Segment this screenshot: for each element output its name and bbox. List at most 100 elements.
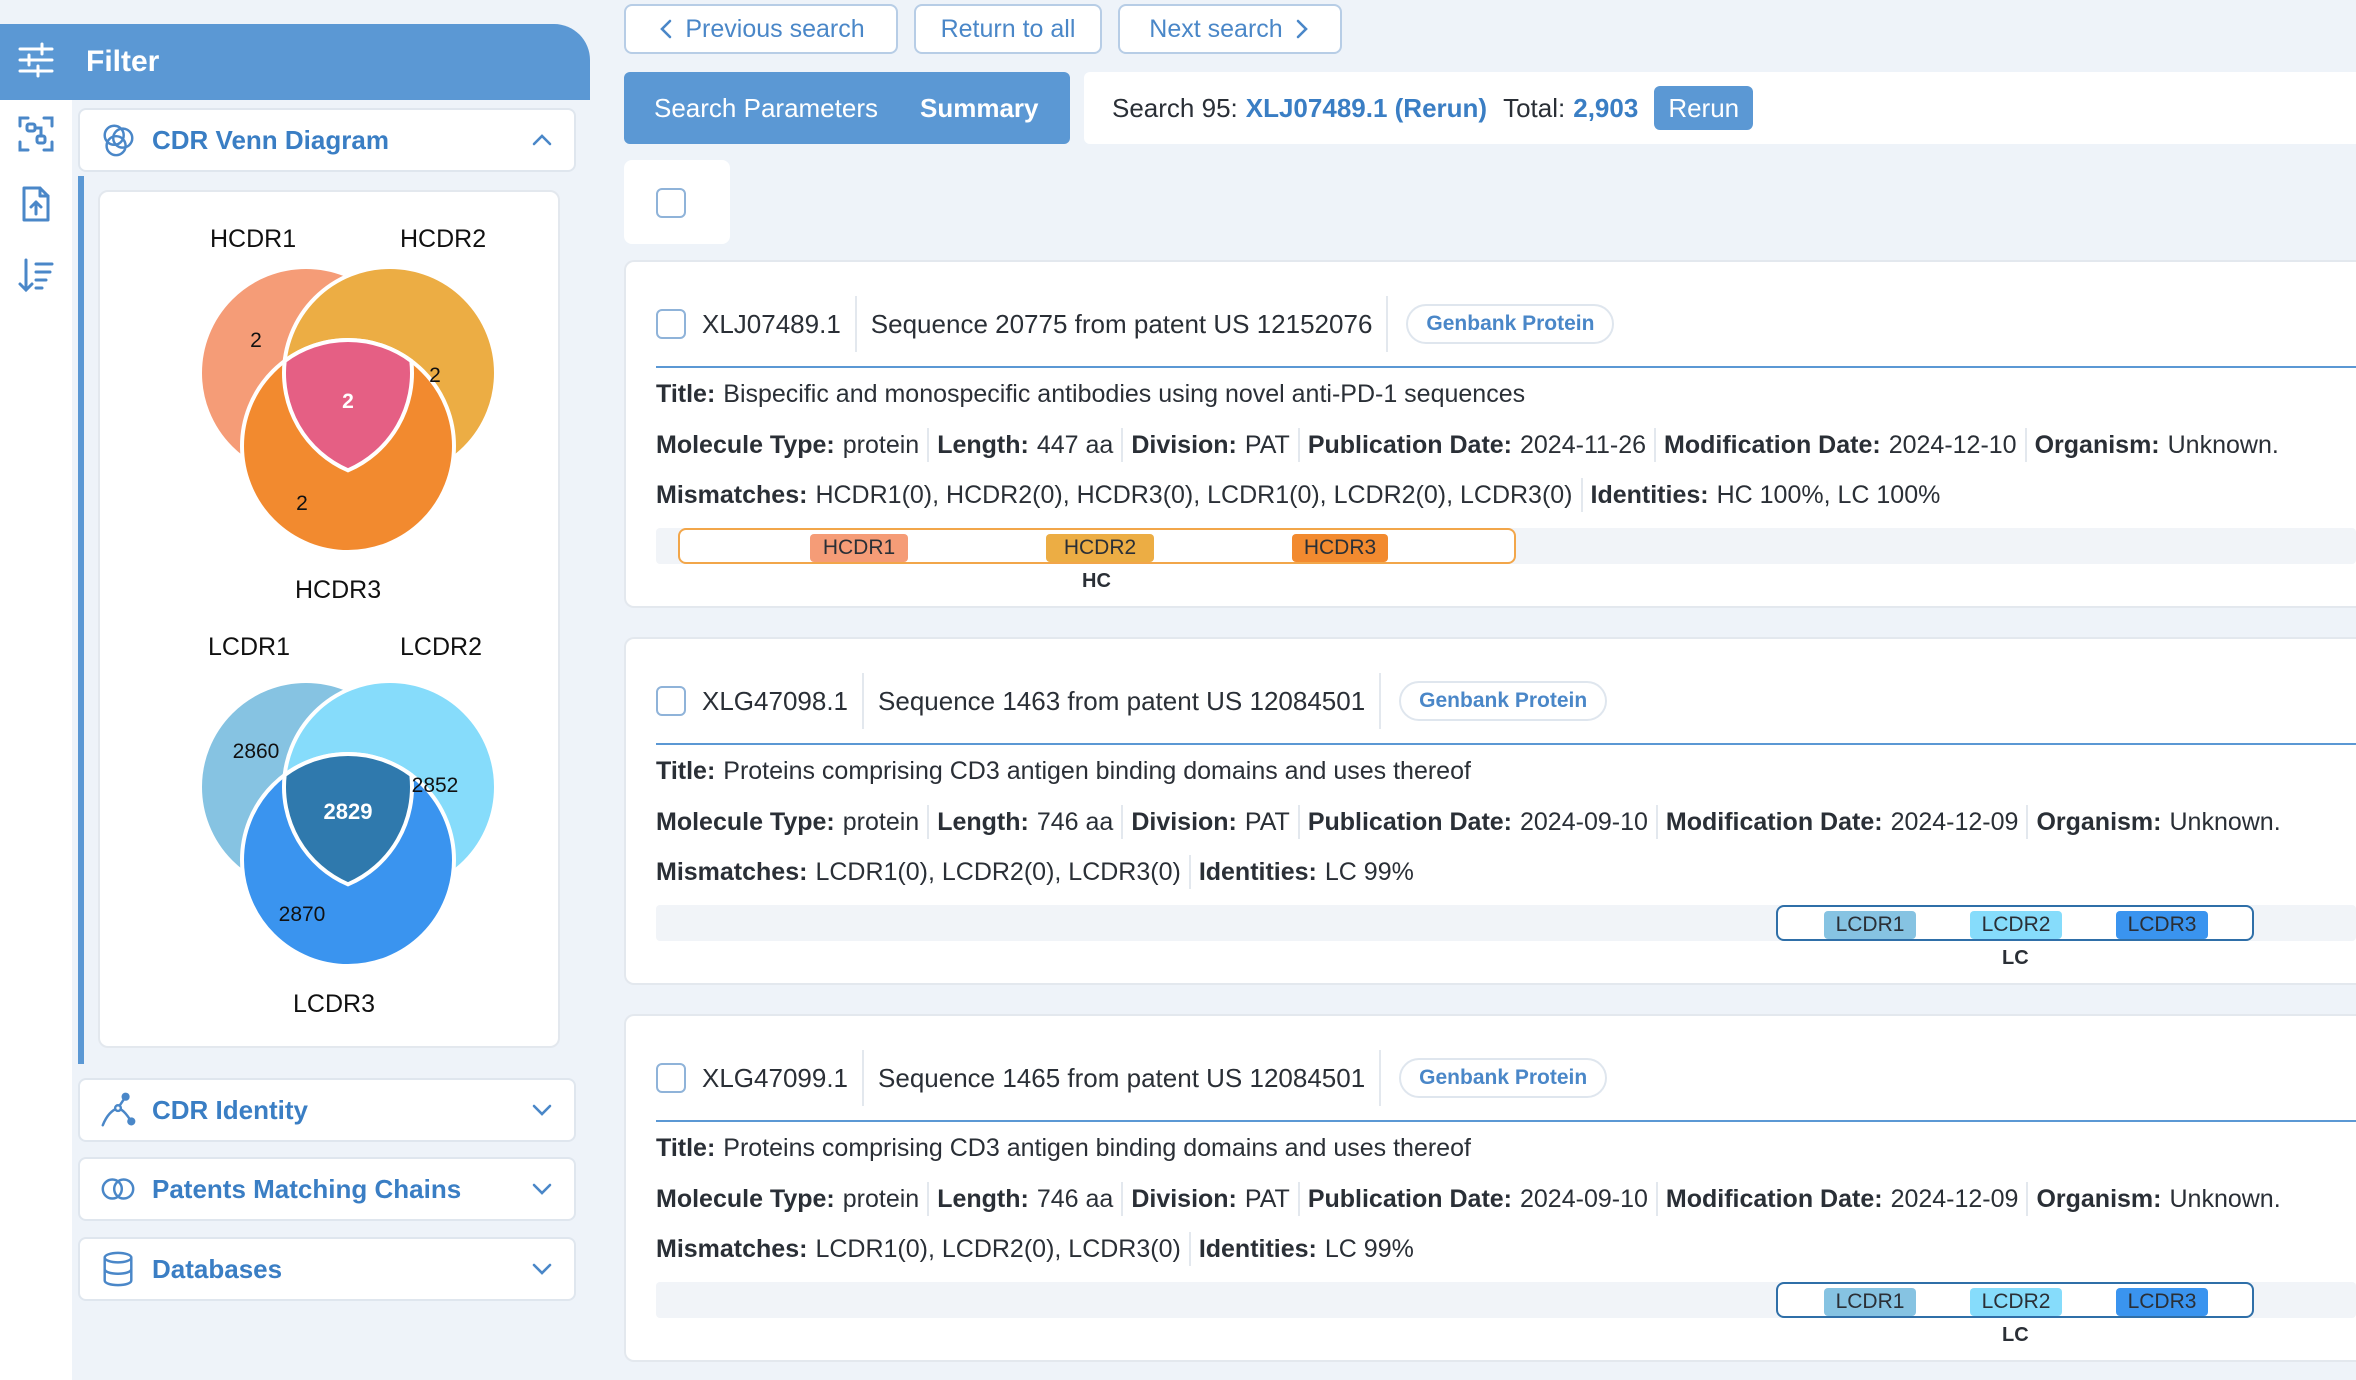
hc-chain-box[interactable]: HCDR1 HCDR2 HCDR3 <box>678 528 1516 564</box>
region-lcdr1[interactable]: LCDR1 <box>1824 1288 1916 1316</box>
result-header: XLJ07489.1 Sequence 20775 from patent US… <box>656 296 1615 352</box>
length-label: Length: <box>937 430 1029 459</box>
modification-date-value: 2024-12-09 <box>1890 1184 2019 1213</box>
lc-chain-box[interactable]: LCDR1 LCDR2 LCDR3 <box>1776 1282 2254 1318</box>
venn-count-lcdr-all: 2829 <box>324 799 373 824</box>
result-accession[interactable]: XLG47098.1 <box>702 686 848 717</box>
venn-label-lcdr3: LCDR3 <box>293 990 375 1018</box>
accordion-patents-matching-chains[interactable]: Patents Matching Chains <box>78 1157 576 1221</box>
result-title-line: Title: Proteins comprising CD3 antigen b… <box>656 1134 1471 1163</box>
organism-label: Organism: <box>2036 807 2162 836</box>
chain-label: LC <box>2002 1324 2029 1346</box>
region-lcdr3[interactable]: LCDR3 <box>2116 911 2208 939</box>
result-accession[interactable]: XLJ07489.1 <box>702 309 841 340</box>
rerun-label: Rerun <box>1668 92 1740 123</box>
return-to-all-button[interactable]: Return to all <box>914 4 1102 54</box>
region-lcdr2[interactable]: LCDR2 <box>1970 1288 2062 1316</box>
upload-file-icon[interactable] <box>16 184 56 224</box>
venn-label-lcdr2: LCDR2 <box>400 633 482 661</box>
result-checkbox[interactable] <box>656 309 686 339</box>
result-meta-line: Molecule Type: protein Length: 746 aa Divi… <box>656 805 2281 839</box>
venn-diagrams: HCDR1 HCDR2 HCDR3 2 2 2 2 LCDR1 LCDR2 LC… <box>198 225 498 1018</box>
region-lcdr3[interactable]: LCDR3 <box>2116 1288 2208 1316</box>
region-hcdr3[interactable]: HCDR3 <box>1292 534 1388 562</box>
result-checkbox[interactable] <box>656 1063 686 1093</box>
region-hcdr1[interactable]: HCDR1 <box>810 534 908 562</box>
divider <box>1379 673 1382 729</box>
scan-sequence-icon[interactable] <box>16 114 56 154</box>
region-lcdr1[interactable]: LCDR1 <box>1824 911 1916 939</box>
chevron-up-icon[interactable] <box>522 120 562 160</box>
mismatches-label: Mismatches: <box>656 857 808 886</box>
result-checkbox[interactable] <box>656 686 686 716</box>
divider <box>1379 1050 1382 1106</box>
divider <box>927 1182 930 1216</box>
venn-label-lcdr1: LCDR1 <box>208 633 290 661</box>
title-label: Title: <box>656 757 716 785</box>
molecule-type-value: protein <box>842 430 920 459</box>
result-mismatch-line: Mismatches: LCDR1(0), LCDR2(0), LCDR3(0) … <box>656 855 1414 889</box>
identities-label: Identities: <box>1198 1234 1317 1263</box>
chevron-down-icon[interactable] <box>522 1169 562 1209</box>
molecule-type-label: Molecule Type: <box>656 430 835 459</box>
chevron-down-icon[interactable] <box>522 1090 562 1130</box>
accordion-cdr-venn-diagram[interactable]: CDR Venn Diagram <box>78 108 576 172</box>
molecule-type-label: Molecule Type: <box>656 1184 835 1213</box>
next-search-button[interactable]: Next search <box>1118 4 1342 54</box>
venn-count-lcdr2: 2852 <box>412 774 459 797</box>
previous-search-button[interactable]: Previous search <box>624 4 898 54</box>
venn-section-indicator <box>78 176 84 1064</box>
accordion-databases[interactable]: Databases <box>78 1237 576 1301</box>
divider <box>1297 1182 1300 1216</box>
venn-label-hcdr1: HCDR1 <box>210 225 296 253</box>
select-all-checkbox[interactable] <box>656 188 686 218</box>
select-all-container <box>624 160 730 244</box>
result-card: XLJ07489.1 Sequence 20775 from patent US… <box>624 260 2356 608</box>
sliders-icon[interactable] <box>16 40 56 80</box>
search-query-link[interactable]: XLJ07489.1 (Rerun) <box>1246 93 1487 124</box>
identities-value: LC 99% <box>1324 1234 1414 1263</box>
tab-summary[interactable]: Summary <box>920 93 1039 124</box>
venn-count-hcdr-all: 2 <box>342 390 354 413</box>
region-hcdr2[interactable]: HCDR2 <box>1046 534 1154 562</box>
result-title: Bispecific and monospecific antibodies u… <box>723 380 1526 408</box>
divider <box>1188 855 1191 889</box>
chevron-down-icon[interactable] <box>522 1249 562 1289</box>
identities-label: Identities: <box>1590 480 1709 509</box>
lc-chain-box[interactable]: LCDR1 LCDR2 LCDR3 <box>1776 905 2254 941</box>
return-to-all-label: Return to all <box>940 14 1076 43</box>
modification-date-value: 2024-12-09 <box>1890 807 2019 836</box>
divider <box>2024 428 2027 462</box>
divider <box>1121 428 1124 462</box>
mismatches-label: Mismatches: <box>656 480 808 509</box>
result-card: XLG47098.1 Sequence 1463 from patent US … <box>624 637 2356 985</box>
venn-count-hcdr3: 2 <box>296 492 308 515</box>
modification-date-label: Modification Date: <box>1665 807 1883 836</box>
result-description: Sequence 20775 from patent US 12152076 <box>870 308 1373 339</box>
divider <box>927 428 930 462</box>
database-icon <box>98 1249 138 1289</box>
heavy-chain-venn: HCDR1 HCDR2 HCDR3 2 2 2 2 <box>198 225 498 604</box>
division-label: Division: <box>1131 807 1237 836</box>
identity-branch-icon <box>98 1090 138 1130</box>
divider <box>1297 805 1300 839</box>
result-header: XLG47099.1 Sequence 1465 from patent US … <box>656 1050 1608 1106</box>
tab-search-parameters[interactable]: Search Parameters <box>654 93 878 124</box>
result-accession[interactable]: XLG47099.1 <box>702 1063 848 1094</box>
length-value: 447 aa <box>1036 430 1114 459</box>
mismatches-value: LCDR1(0), LCDR2(0), LCDR3(0) <box>815 857 1181 886</box>
sort-list-icon[interactable] <box>16 256 56 296</box>
result-title: Proteins comprising CD3 antigen binding … <box>723 757 1471 785</box>
length-value: 746 aa <box>1036 807 1114 836</box>
sequence-track: HCDR1 HCDR2 HCDR3 <box>656 528 2356 564</box>
title-label: Title: <box>656 380 716 408</box>
publication-date-label: Publication Date: <box>1307 807 1512 836</box>
rerun-button[interactable]: Rerun <box>1654 86 1754 130</box>
division-value: PAT <box>1244 1184 1290 1213</box>
organism-value: Unknown. <box>2167 430 2279 459</box>
mismatches-value: HCDR1(0), HCDR2(0), HCDR3(0), LCDR1(0), … <box>815 480 1573 509</box>
publication-date-value: 2024-11-26 <box>1520 430 1647 459</box>
accordion-cdr-identity[interactable]: CDR Identity <box>78 1078 576 1142</box>
divider <box>1297 428 1300 462</box>
region-lcdr2[interactable]: LCDR2 <box>1970 911 2062 939</box>
